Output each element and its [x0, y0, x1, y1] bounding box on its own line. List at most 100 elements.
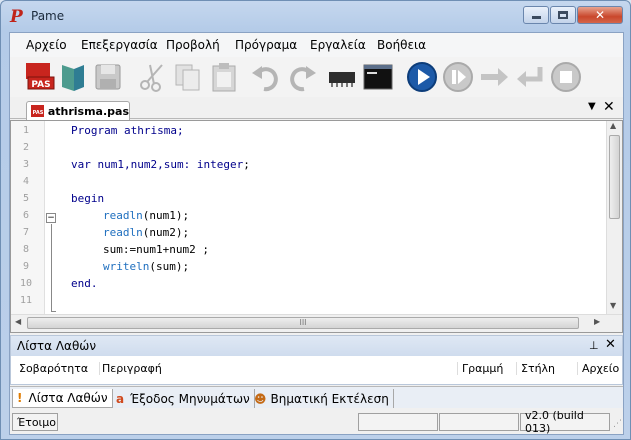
- redo-icon: [290, 66, 316, 92]
- tab-label: Λίστα Λαθών: [28, 391, 108, 405]
- close-panel-icon[interactable]: ✕: [605, 337, 616, 352]
- minimize-icon: [531, 16, 541, 19]
- play-icon: [407, 62, 437, 92]
- code-line-3: var num1,num2,sum: integer;: [71, 158, 250, 171]
- console-button[interactable]: [362, 61, 394, 93]
- save-disk-icon: [95, 64, 121, 90]
- line-number: 1: [22, 125, 30, 136]
- code-editor[interactable]: 1 2 3 4 5 6 7 8 9 10 11 − Program athris…: [10, 120, 623, 333]
- app-logo-icon: P: [9, 7, 27, 27]
- column-header-line[interactable]: Γραμμή: [457, 362, 503, 375]
- return-arrow-icon: [517, 67, 543, 87]
- chip-icon: [329, 72, 355, 87]
- scroll-right-icon[interactable]: ▶: [594, 317, 600, 326]
- tab-list-dropdown-icon[interactable]: ▼: [588, 101, 596, 112]
- undo-icon: [252, 66, 278, 92]
- stop-button[interactable]: [550, 61, 582, 93]
- minimize-button[interactable]: [523, 6, 549, 24]
- code-token: (num1);: [142, 209, 190, 222]
- pas-file-icon: PAS: [31, 105, 44, 117]
- open-file-button[interactable]: [58, 61, 90, 93]
- scroll-down-icon[interactable]: ▼: [610, 301, 616, 310]
- maximize-button[interactable]: [550, 6, 576, 24]
- horizontal-scroll-thumb[interactable]: III: [27, 317, 579, 329]
- fold-toggle-icon[interactable]: −: [46, 213, 56, 223]
- code-token: integer: [196, 158, 244, 171]
- code-token: var num1,num2,sum:: [71, 158, 197, 171]
- status-slot-1: [358, 413, 438, 431]
- code-token: (num2);: [142, 226, 190, 239]
- code-token: (sum);: [149, 260, 190, 273]
- menu-file[interactable]: Αρχείο: [26, 38, 67, 52]
- code-line-10: end.: [71, 277, 98, 290]
- menu-bar: Αρχείο Επεξεργασία Προβολή Πρόγραμα Εργα…: [10, 33, 623, 57]
- column-header-severity[interactable]: Σοβαρότητα: [19, 362, 88, 375]
- title-bar: P Pame ✕: [1, 1, 630, 31]
- code-token: readln: [103, 209, 143, 222]
- undo-button[interactable]: [250, 61, 282, 93]
- code-line-9: writeln(sum);: [103, 260, 189, 273]
- cut-button[interactable]: [136, 61, 168, 93]
- code-line-1: Program athrisma;: [71, 124, 184, 137]
- line-number-gutter: 1 2 3 4 5 6 7 8 9 10 11: [11, 121, 45, 314]
- paste-button[interactable]: [208, 61, 240, 93]
- code-line-8: sum:=num1+num2 ;: [103, 243, 209, 256]
- menu-view[interactable]: Προβολή: [166, 38, 220, 52]
- tab-message-output[interactable]: a Έξοδος Μηνυμάτων: [112, 389, 255, 408]
- bug-icon: ☻: [254, 391, 267, 406]
- status-version: v2.0 (build 013): [520, 409, 610, 435]
- close-window-button[interactable]: ✕: [577, 6, 623, 24]
- pause-button[interactable]: [442, 61, 474, 93]
- close-tab-icon[interactable]: ✕: [603, 99, 615, 115]
- scroll-left-icon[interactable]: ◀: [15, 317, 21, 326]
- resize-grip-icon[interactable]: ⋰: [613, 419, 622, 429]
- line-number: 6: [22, 210, 30, 221]
- arrow-right-icon: [481, 68, 508, 86]
- line-number: 8: [22, 244, 30, 255]
- svg-text:P: P: [9, 7, 24, 25]
- line-number: 10: [19, 278, 33, 289]
- menu-edit[interactable]: Επεξεργασία: [81, 38, 158, 52]
- step-back-button[interactable]: [514, 61, 546, 93]
- vertical-scroll-thumb[interactable]: [609, 135, 620, 219]
- menu-help[interactable]: Βοήθεια: [377, 38, 426, 52]
- step-over-button[interactable]: [478, 61, 510, 93]
- menu-program[interactable]: Πρόγραμα: [235, 38, 297, 52]
- doc-tab-athrisma[interactable]: PAS athrisma.pas: [26, 101, 130, 120]
- stop-icon: [551, 62, 581, 92]
- column-header-description[interactable]: Περιγραφή: [99, 362, 162, 375]
- new-file-button[interactable]: PAS: [24, 61, 56, 93]
- output-icon: a: [116, 391, 125, 406]
- scroll-up-icon[interactable]: ▲: [610, 121, 616, 130]
- pin-icon[interactable]: ⊥: [589, 339, 599, 352]
- horizontal-scrollbar[interactable]: ◀ III ▶: [11, 314, 622, 332]
- menu-tools[interactable]: Εργαλεία: [310, 38, 366, 52]
- copy-icon: [175, 64, 200, 91]
- save-button[interactable]: [92, 61, 124, 93]
- svg-text:PAS: PAS: [31, 80, 50, 90]
- redo-button[interactable]: [286, 61, 318, 93]
- warning-icon: !: [17, 391, 23, 405]
- doc-tab-label: athrisma.pas: [47, 104, 129, 118]
- close-icon: ✕: [594, 8, 606, 22]
- line-number: 4: [22, 176, 30, 187]
- copy-button[interactable]: [172, 61, 204, 93]
- run-button[interactable]: [406, 61, 438, 93]
- tab-step-execution[interactable]: ☻ Βηματική Εκτέλεση: [250, 389, 394, 408]
- error-list-panel: Λίστα Λαθών ⊥ ✕ Σοβαρότητα Περιγραφή Γρα…: [10, 335, 623, 385]
- maximize-icon: [558, 11, 568, 19]
- tab-label: Έξοδος Μηνυμάτων: [130, 391, 250, 406]
- line-number: 9: [22, 261, 30, 272]
- code-token: writeln: [103, 260, 150, 273]
- column-header-file[interactable]: Αρχείο: [577, 362, 619, 375]
- vertical-scrollbar[interactable]: ▲ ▼: [606, 121, 622, 314]
- compile-button[interactable]: [326, 61, 358, 93]
- line-number: 7: [22, 227, 30, 238]
- new-pas-icon: PAS: [26, 63, 55, 90]
- column-header-column[interactable]: Στήλη: [516, 362, 555, 375]
- terminal-icon: [363, 64, 393, 90]
- line-number: 3: [22, 159, 30, 170]
- clipboard-icon: [212, 63, 236, 92]
- code-token: ;: [243, 158, 250, 171]
- tab-error-list[interactable]: ! Λίστα Λαθών: [12, 389, 113, 408]
